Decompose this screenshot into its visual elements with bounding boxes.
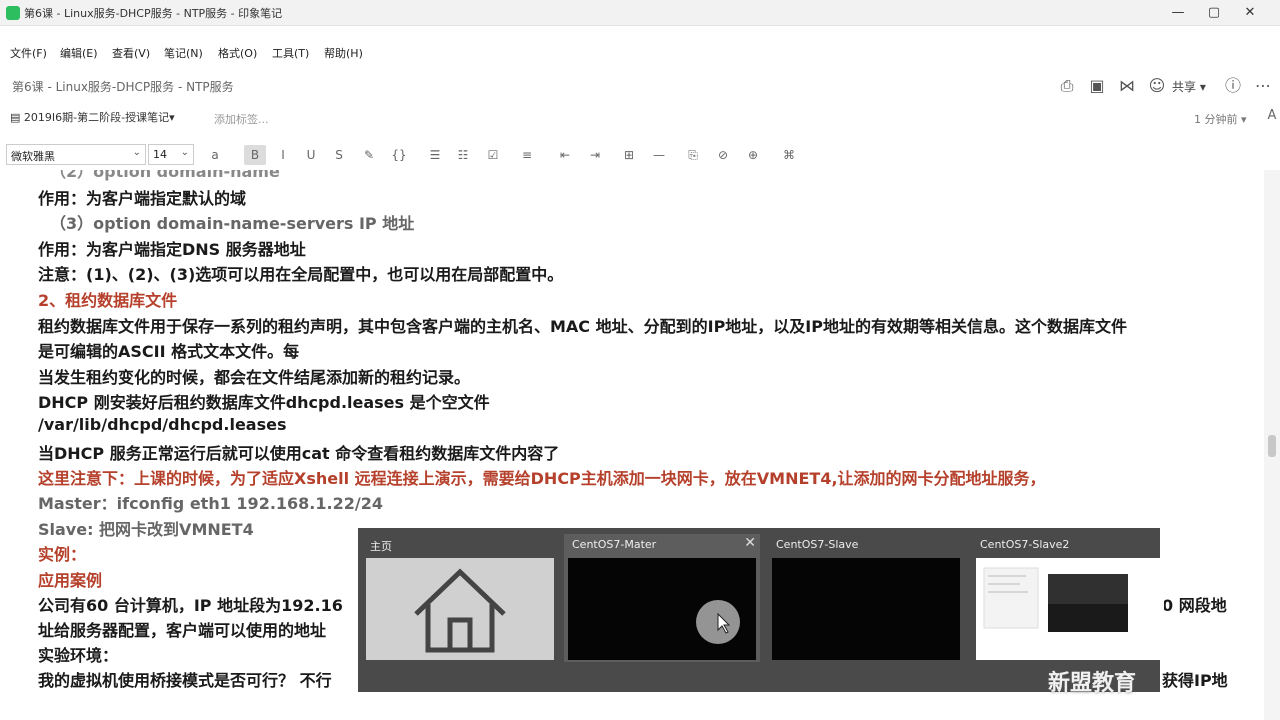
watermark-logo: 新盟教育	[1048, 671, 1137, 696]
note-title-breadcrumb: 第6课 - Linux服务-DHCP服务 - NTP服务	[12, 80, 234, 94]
text-color-button[interactable]: a	[204, 145, 226, 165]
content-line-fragment: 0 网段地	[1162, 596, 1227, 615]
checkbox-button[interactable]: ☑	[482, 145, 504, 165]
outdent-button[interactable]: ⇤	[554, 145, 576, 165]
preview-title: CentOS7-Slave	[776, 538, 859, 551]
cursor-indicator	[696, 600, 740, 644]
preview-centos7-mater[interactable]: CentOS7-Mater ✕	[564, 534, 760, 662]
menu-tools[interactable]: 工具(T)	[272, 45, 309, 61]
font-size-a-icon[interactable]: A	[1264, 108, 1280, 128]
table-button[interactable]: ⊞	[618, 145, 640, 165]
chevron-down-icon: ⌄	[132, 147, 141, 158]
preview-title: 主页	[370, 540, 392, 553]
notebook-selector[interactable]: ▤ 2019I6期-第二阶段-授课笔记▾	[10, 109, 175, 127]
menu-file[interactable]: 文件(F)	[10, 45, 47, 61]
bullet-list-button[interactable]: ☰	[424, 145, 446, 165]
content-line: 是可编辑的ASCII 格式文本文件。每	[38, 342, 300, 361]
content-line: /var/lib/dhcpd/dhcpd.leases	[38, 415, 287, 434]
insert-button[interactable]: ⊕	[742, 145, 764, 165]
vertical-scrollbar[interactable]	[1264, 170, 1280, 720]
format-toolbar: 微软雅黑 ⌄ 14 ⌄ a B I U S ✎ {} ☰ ☷ ☑ ≡ ⇤ ⇥ ⊞…	[0, 143, 1280, 167]
bold-button[interactable]: B	[244, 145, 266, 165]
highlight-button[interactable]: ✎	[358, 145, 380, 165]
home-icon	[414, 568, 506, 653]
numbered-list-button[interactable]: ☷	[452, 145, 474, 165]
font-family-value: 微软雅黑	[11, 150, 55, 163]
content-line: 我的虚拟机使用桥接模式是否可行？ 不行	[38, 671, 332, 690]
content-line: 2、租约数据库文件	[38, 291, 178, 310]
content-line: （3）option domain-name-servers IP 地址	[50, 214, 415, 233]
underline-button[interactable]: U	[300, 145, 322, 165]
menu-bar: 文件(F) 编辑(E) 查看(V) 笔记(N) 格式(O) 工具(T) 帮助(H…	[0, 42, 1280, 64]
present-icon[interactable]: ▣	[1086, 76, 1108, 96]
menu-format[interactable]: 格式(O)	[218, 45, 257, 61]
italic-button[interactable]: I	[272, 145, 294, 165]
note-header: 第6课 - Linux服务-DHCP服务 - NTP服务 ⎙ ▣ ⋈ ☺ 共享 …	[0, 70, 1280, 102]
content-line: 作用：为客户端指定默认的域	[38, 189, 247, 208]
content-line: 租约数据库文件用于保存一系列的租约声明，其中包含客户端的主机名、MAC 地址、分…	[38, 317, 1127, 336]
preview-centos7-slave[interactable]: CentOS7-Slave	[768, 534, 964, 662]
tag-bar: ▤ 2019I6期-第二阶段-授课笔记▾ 添加标签... 1 分钟前 ▾	[0, 106, 1280, 130]
people-icon[interactable]: ☺	[1146, 76, 1168, 96]
time-dropdown[interactable]: 1 分钟前 ▾	[1194, 111, 1247, 127]
taskbar-preview-popup: 主页 CentOS7-Mater ✕ CentOS7-Slave CentOS7…	[358, 528, 1164, 692]
strikethrough-button[interactable]: S	[328, 145, 350, 165]
preview-title: CentOS7-Mater	[572, 538, 657, 551]
content-line: 实验环境：	[38, 646, 119, 665]
content-line: 应用案例	[38, 571, 103, 590]
content-line: 当DHCP 服务正常运行后就可以使用cat 命令查看租约数据库文件内容了	[38, 444, 560, 463]
home-preview	[366, 558, 554, 660]
content-line: （2）option domain-name	[50, 170, 280, 181]
command-button[interactable]: ⌘	[778, 145, 800, 165]
align-button[interactable]: ≡	[516, 145, 538, 165]
close-icon[interactable]: ✕	[744, 535, 756, 551]
menu-view[interactable]: 查看(V)	[112, 45, 150, 61]
content-line: 作用：为客户端指定DNS 服务器地址	[38, 240, 306, 259]
menu-note[interactable]: 笔记(N)	[164, 45, 203, 61]
evernote-app-icon	[6, 6, 20, 20]
menu-edit[interactable]: 编辑(E)	[60, 45, 98, 61]
share-network-icon[interactable]: ⋈	[1116, 76, 1138, 96]
share-button[interactable]: 共享 ▾	[1172, 78, 1206, 95]
preview-title: CentOS7-Slave2	[980, 538, 1070, 551]
chevron-down-icon: ⌄	[180, 147, 189, 158]
indent-button[interactable]: ⇥	[584, 145, 606, 165]
scrollbar-thumb[interactable]	[1268, 435, 1276, 457]
info-icon[interactable]: ⓘ	[1222, 76, 1244, 96]
more-icon[interactable]: ⋯	[1252, 76, 1274, 96]
notebook-name: 2019I6期-第二阶段-授课笔记▾	[23, 111, 175, 124]
maximize-button[interactable]: ▢	[1204, 3, 1224, 23]
preview-centos7-slave2[interactable]: CentOS7-Slave2	[972, 534, 1168, 662]
content-line: DHCP 刚安装好后租约数据库文件dhcpd.leases 是个空文件	[38, 393, 490, 412]
attachment-button[interactable]: ⎘	[682, 145, 704, 165]
content-line: 址给服务器配置，客户端可以使用的地址	[38, 621, 327, 640]
vm-preview	[568, 558, 756, 660]
code-button[interactable]: {}	[388, 145, 410, 165]
horizontal-rule-button[interactable]: —	[648, 145, 670, 165]
notebook-icon: ▤	[10, 111, 24, 124]
vm-preview	[976, 558, 1164, 660]
content-line: 注意：(1)、(2)、(3)选项可以用在全局配置中，也可以用在局部配置中。	[38, 265, 564, 284]
content-line: 这里注意下：上课的时候，为了适应Xshell 远程连接上演示，需要给DHCP主机…	[38, 469, 1046, 488]
font-size-select[interactable]: 14 ⌄	[148, 144, 194, 165]
menu-help[interactable]: 帮助(H)	[324, 45, 363, 61]
font-family-select[interactable]: 微软雅黑 ⌄	[6, 144, 146, 165]
window-title: 第6课 - Linux服务-DHCP服务 - NTP服务 - 印象笔记	[24, 7, 283, 20]
title-bar: 第6课 - Linux服务-DHCP服务 - NTP服务 - 印象笔记 — ▢ …	[0, 0, 1280, 26]
encrypt-button[interactable]: ⊘	[712, 145, 734, 165]
vm-window-thumbnail	[983, 567, 1128, 632]
content-line: Master：ifconfig eth1 192.168.1.22/24	[38, 494, 383, 513]
close-button[interactable]: ✕	[1240, 3, 1260, 23]
minimize-button[interactable]: —	[1168, 3, 1188, 23]
font-size-value: 14	[153, 148, 167, 161]
print-icon[interactable]: ⎙	[1056, 76, 1078, 96]
content-line: 公司有60 台计算机，IP 地址段为192.16	[38, 596, 343, 615]
content-line: 实例：	[38, 545, 87, 564]
content-line-fragment: 获得IP地	[1162, 671, 1228, 690]
vm-preview	[772, 558, 960, 660]
preview-home[interactable]: 主页	[362, 534, 558, 662]
add-tag-input[interactable]: 添加标签...	[214, 111, 269, 127]
content-line: Slave: 把网卡改到VMNET4	[38, 520, 254, 539]
content-line: 当发生租约变化的时候，都会在文件结尾添加新的租约记录。	[38, 368, 471, 387]
